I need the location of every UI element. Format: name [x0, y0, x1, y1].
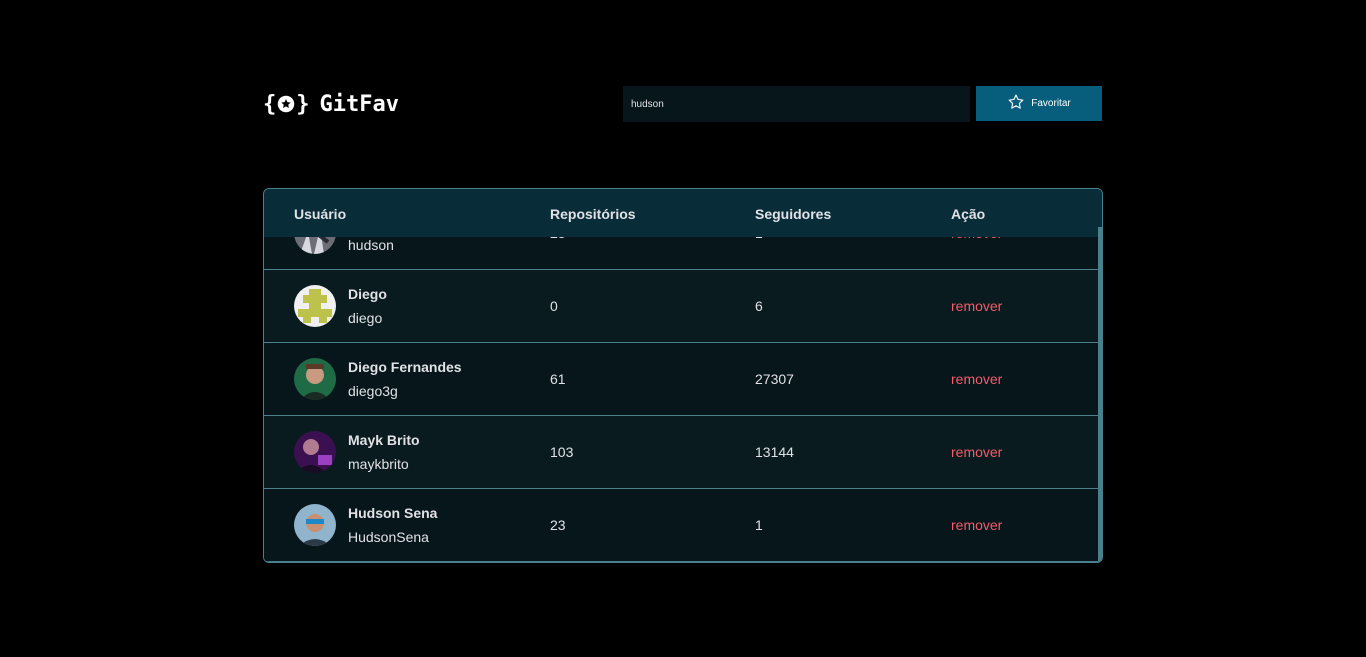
user-name: Mayk Brito	[348, 432, 420, 448]
table-row: Mayk Brito maykbrito 103 13144 remover	[264, 416, 1099, 489]
table-row: Diego Fernandes diego3g 61 27307 remover	[264, 343, 1099, 416]
table-header: Usuário Repositórios Seguidores Ação	[264, 189, 1102, 237]
app-container: {} GitFav Favoritar Usuário Repositórios…	[263, 0, 1103, 657]
favorite-button-label: Favoritar	[1031, 98, 1071, 109]
user-name: Diego Fernandes	[348, 359, 462, 375]
logo: {} GitFav	[263, 90, 399, 118]
favorites-table: Usuário Repositórios Seguidores Ação hud…	[263, 188, 1103, 563]
user-login: hudson	[348, 237, 394, 253]
header: {} GitFav Favoritar	[263, 86, 1103, 122]
repos-count: 61	[550, 371, 566, 387]
remove-button[interactable]: remover	[951, 371, 1002, 387]
avatar	[294, 504, 336, 546]
avatar	[294, 285, 336, 327]
header-followers: Seguidores	[755, 206, 832, 222]
user-login: HudsonSena	[348, 529, 429, 545]
user-login: diego	[348, 310, 383, 326]
user-login: diego3g	[348, 383, 398, 399]
repos-count: 0	[550, 298, 558, 314]
remove-button[interactable]: remover	[951, 444, 1002, 460]
remove-button[interactable]: remover	[951, 517, 1002, 533]
header-action: Ação	[951, 206, 986, 222]
logo-star-icon: {}	[263, 91, 310, 117]
user-login: maykbrito	[348, 456, 409, 472]
followers-count: 13144	[755, 444, 794, 460]
app-title: GitFav	[319, 91, 399, 117]
header-repos: Repositórios	[550, 206, 636, 222]
table-row: Hudson Sena HudsonSena 23 1 remover	[264, 489, 1099, 562]
favorite-button[interactable]: Favoritar	[976, 86, 1102, 121]
star-icon	[1007, 93, 1025, 114]
repos-count: 103	[550, 444, 574, 460]
search-input[interactable]	[623, 86, 970, 122]
user-name: Diego	[348, 286, 387, 302]
followers-count: 6	[755, 298, 763, 314]
header-user: Usuário	[294, 206, 347, 222]
avatar	[294, 358, 336, 400]
followers-count: 27307	[755, 371, 794, 387]
repos-count: 23	[550, 517, 566, 533]
avatar	[294, 431, 336, 473]
followers-count: 1	[755, 517, 763, 533]
table-scrollbar[interactable]	[1098, 227, 1102, 562]
user-name: Hudson Sena	[348, 505, 438, 521]
table-row: Diego diego 0 6 remover	[264, 270, 1099, 343]
remove-button[interactable]: remover	[951, 298, 1002, 314]
table-body[interactable]: hudson 23 1 remover Diego diego 0 6 remo…	[264, 189, 1099, 562]
